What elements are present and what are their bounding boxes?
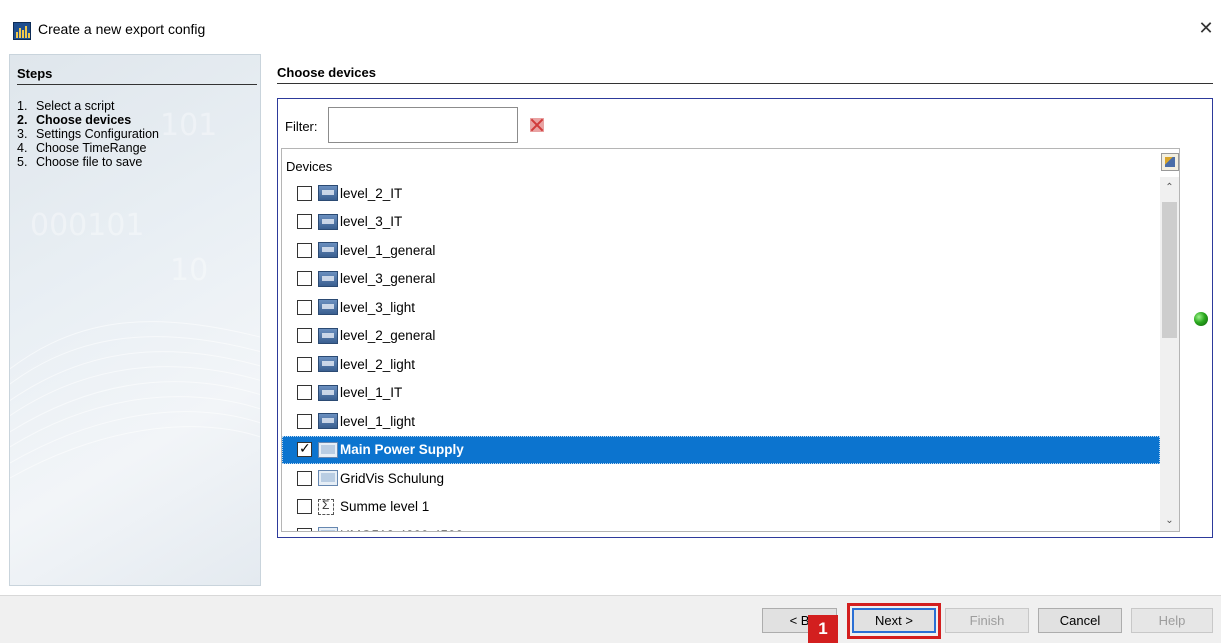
device-rows: level_2_IT level_3_IT level_1_generallevel… xyxy=(282,179,1160,531)
device-checkbox[interactable] xyxy=(297,527,312,531)
clear-filter-icon[interactable] xyxy=(530,118,544,132)
device-checkbox[interactable] xyxy=(297,185,312,201)
meter-device-icon xyxy=(318,356,338,373)
device-row[interactable]: level_2_general xyxy=(282,322,1160,351)
svg-text:10: 10 xyxy=(170,253,208,288)
step-item: 3. Settings Configuration xyxy=(17,127,159,141)
meter-device-icon xyxy=(318,185,338,202)
meter-device-icon xyxy=(318,213,338,230)
title-divider xyxy=(277,83,1213,84)
column-chooser-icon[interactable] xyxy=(1161,153,1179,171)
monitor-device-icon xyxy=(318,470,338,487)
finish-button[interactable]: Finish xyxy=(945,608,1029,633)
svg-text:000101: 000101 xyxy=(30,208,145,243)
steps-panel: 101 000101 10 Steps 1. Select a script 2.… xyxy=(9,54,261,586)
scroll-up-icon[interactable]: ⌃ xyxy=(1160,179,1179,197)
help-button[interactable]: Help xyxy=(1131,608,1213,633)
step-label: Choose file to save xyxy=(36,155,143,169)
device-label: level_3_light xyxy=(340,299,416,315)
device-checkbox[interactable] xyxy=(297,385,312,401)
device-row[interactable]: level_1_general xyxy=(282,236,1160,265)
device-row[interactable]: UMG512-4200-4503 xyxy=(282,521,1160,531)
monitor-device-icon xyxy=(318,441,338,458)
monitor-device-icon xyxy=(318,527,338,531)
device-checkbox[interactable] xyxy=(297,356,312,372)
device-row[interactable]: level_1_IT xyxy=(282,379,1160,408)
annotation-badge: 1 xyxy=(808,615,838,643)
devices-column-header: Devices xyxy=(286,159,333,174)
app-icon xyxy=(13,22,31,40)
device-row[interactable]: level_3_general xyxy=(282,265,1160,294)
device-checkbox[interactable] xyxy=(297,499,312,515)
page-title: Choose devices xyxy=(277,65,376,80)
device-checkbox[interactable] xyxy=(297,328,312,344)
scrollbar-thumb[interactable] xyxy=(1162,202,1177,338)
device-row[interactable]: level_2_light xyxy=(282,350,1160,379)
step-label: Choose devices xyxy=(36,113,132,127)
device-row[interactable]: level_3_light xyxy=(282,293,1160,322)
step-item: 1. Select a script xyxy=(17,99,115,113)
meter-device-icon xyxy=(318,413,338,430)
meter-device-icon xyxy=(318,242,338,259)
status-indicator-icon xyxy=(1194,312,1208,326)
steps-title: Steps xyxy=(17,66,53,81)
device-row[interactable]: GridVis Schulung xyxy=(282,464,1160,493)
steps-divider xyxy=(17,84,257,85)
device-label: level_2_light xyxy=(340,356,416,372)
device-checkbox[interactable] xyxy=(297,242,312,258)
window-title: Create a new export config xyxy=(38,21,206,37)
sum-device-icon xyxy=(318,498,334,515)
step-label: Settings Configuration xyxy=(36,127,159,141)
device-label: level_2_IT xyxy=(340,185,403,201)
title-bar: Create a new export config ✕ xyxy=(0,0,1221,40)
vertical-scrollbar[interactable]: ⌃ ⌄ xyxy=(1160,177,1179,531)
device-label: level_1_general xyxy=(340,242,436,258)
device-label: level_1_IT xyxy=(340,385,403,401)
devices-panel: Filter: Devices level_2_IT level_3_IT leve… xyxy=(277,98,1213,538)
annotation-highlight xyxy=(847,603,941,639)
device-label: Main Power Supply xyxy=(340,442,464,458)
device-row[interactable]: level_2_IT xyxy=(282,179,1160,208)
steps-list: 1. Select a script 2. Choose devices 3. Set… xyxy=(17,99,159,169)
meter-device-icon xyxy=(318,327,338,344)
close-icon[interactable]: ✕ xyxy=(1196,18,1216,38)
device-checkbox[interactable] xyxy=(297,413,312,429)
step-label: Select a script xyxy=(36,99,115,113)
meter-device-icon xyxy=(318,270,338,287)
device-checkbox[interactable] xyxy=(297,440,312,458)
step-item-active: 2. Choose devices xyxy=(17,113,132,127)
device-label: Summe level 1 xyxy=(340,499,430,515)
device-row[interactable]: Summe level 1 xyxy=(282,493,1160,522)
device-checkbox[interactable] xyxy=(297,470,312,486)
meter-device-icon xyxy=(318,384,338,401)
filter-label: Filter: xyxy=(285,119,318,134)
meter-device-icon xyxy=(318,299,338,316)
device-row[interactable]: level_3_IT xyxy=(282,208,1160,237)
device-label: UMG512-4200-4503 xyxy=(340,528,463,531)
device-row[interactable]: level_1_light xyxy=(282,407,1160,436)
device-checkbox[interactable] xyxy=(297,299,312,315)
device-label: level_3_general xyxy=(340,271,436,287)
devices-list[interactable]: Devices level_2_IT level_3_IT level_1_gene… xyxy=(281,148,1180,532)
filter-input[interactable] xyxy=(328,107,518,143)
device-label: level_2_general xyxy=(340,328,436,344)
device-label: level_1_light xyxy=(340,413,416,429)
step-item: 5. Choose file to save xyxy=(17,155,143,169)
svg-text:101: 101 xyxy=(160,108,217,143)
step-item: 4. Choose TimeRange xyxy=(17,141,147,155)
device-checkbox[interactable] xyxy=(297,271,312,287)
step-label: Choose TimeRange xyxy=(36,141,147,155)
scroll-down-icon[interactable]: ⌄ xyxy=(1160,512,1179,530)
device-checkbox[interactable] xyxy=(297,214,312,230)
device-row[interactable]: Main Power Supply xyxy=(282,435,1160,464)
device-label: level_3_IT xyxy=(340,214,403,230)
cancel-button[interactable]: Cancel xyxy=(1038,608,1122,633)
device-label: GridVis Schulung xyxy=(340,470,445,486)
